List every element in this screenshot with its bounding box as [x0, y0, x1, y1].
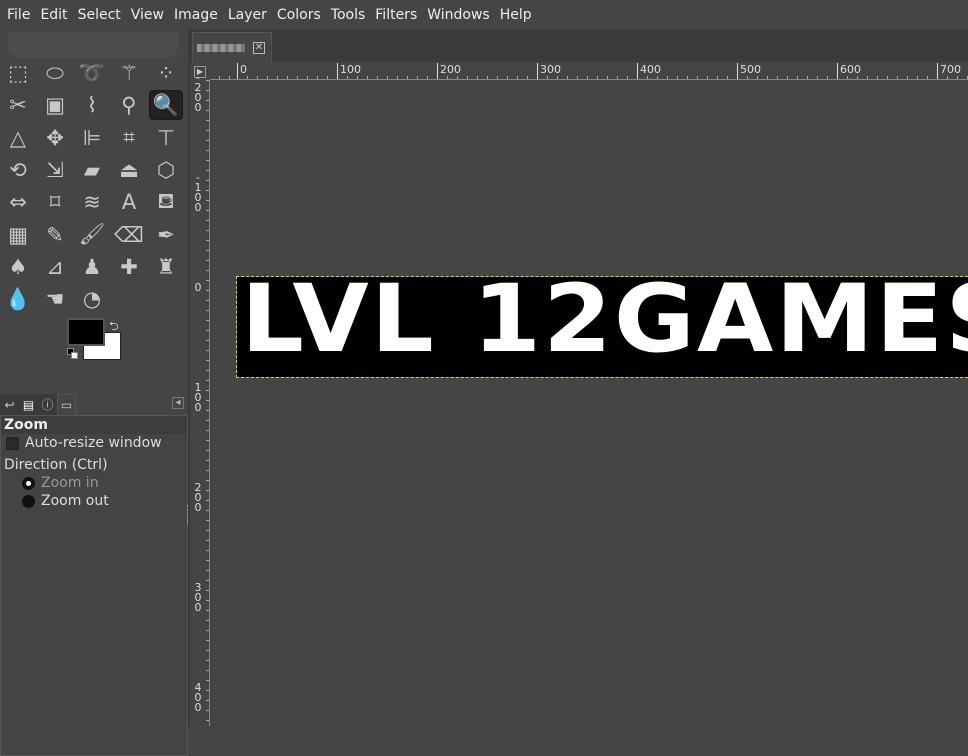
airbrush-icon[interactable]: ✒ — [149, 220, 183, 250]
pencil-icon[interactable]: ✎ — [38, 220, 72, 250]
dock-tabs: ↩ ▤ ⓘ ▭ — [0, 394, 188, 415]
vertical-ruler[interactable]: -200 -100 0 100 200 300 400 — [192, 72, 210, 726]
image-thumbnail — [197, 43, 245, 52]
ruler-label: 100 — [194, 381, 202, 414]
reset-colors-icon[interactable] — [67, 348, 79, 360]
tool-options-title: Zoom — [1, 416, 187, 434]
align-icon[interactable]: ⊫ — [75, 123, 109, 153]
zoom-out-label: Zoom out — [41, 493, 109, 509]
unified-transform-icon[interactable]: ⊤ — [149, 123, 183, 153]
blur-icon[interactable]: 💧 — [1, 284, 35, 314]
tool-options-panel: Zoom Auto-resize window Direction (Ctrl)… — [0, 415, 188, 756]
menu-help[interactable]: Help — [495, 7, 537, 23]
warp-transform-icon[interactable]: ≋ — [75, 187, 109, 217]
toolbox: ⮌ ↩ ▤ ⓘ ▭ ◂ Zoom Auto-resize window Dire… — [0, 30, 190, 756]
menu-colors[interactable]: Colors — [272, 7, 326, 23]
eraser-icon[interactable]: ⌫ — [112, 220, 146, 250]
swap-colors-icon[interactable]: ⮌ — [109, 317, 119, 338]
menu-filters[interactable]: Filters — [370, 7, 422, 23]
menu-layer[interactable]: Layer — [223, 7, 272, 23]
select-by-color-icon[interactable]: ⁘ — [149, 58, 183, 88]
foreground-select-icon[interactable]: ▣ — [38, 90, 72, 120]
auto-resize-checkbox[interactable] — [6, 436, 19, 450]
ellipse-select-icon[interactable]: ⬭ — [38, 58, 72, 88]
menubar: File Edit Select View Image Layer Colors Tools F… — [0, 0, 968, 30]
ruler-label: 400 — [194, 681, 202, 714]
cage-transform-icon[interactable]: ⌑ — [38, 187, 72, 217]
tab-device-status[interactable]: ⓘ — [38, 394, 57, 415]
tab-layers[interactable]: ▤ — [19, 394, 38, 415]
perspective-clone-icon[interactable]: ♜ — [149, 252, 183, 282]
wilber-logo-area — [8, 32, 178, 58]
move-icon[interactable]: ✥ — [38, 123, 72, 153]
dodge-burn-icon[interactable]: ◔ — [75, 284, 109, 314]
image-tab-bar: ✕ — [190, 30, 968, 62]
ruler-label: -200 — [194, 71, 202, 114]
image-tab[interactable]: ✕ — [192, 32, 272, 62]
close-tab-icon[interactable]: ✕ — [253, 41, 265, 54]
menu-windows[interactable]: Windows — [422, 7, 495, 23]
ruler-label: 200 — [194, 481, 202, 514]
text-icon[interactable]: A — [112, 187, 146, 217]
ruler-label: 0 — [237, 63, 247, 79]
rect-select-icon[interactable]: ⬚ — [1, 58, 35, 88]
ruler-label: 300 — [537, 63, 561, 79]
mypaint-brush-icon[interactable]: ⊿ — [38, 252, 72, 282]
fuzzy-select-icon[interactable]: ⚚ — [112, 58, 146, 88]
zoom-in-label: Zoom in — [41, 475, 99, 491]
ruler-label: 100 — [337, 63, 361, 79]
ruler-label: 300 — [194, 581, 202, 614]
scale-icon[interactable]: ⇲ — [38, 155, 72, 185]
paths-icon[interactable]: ⌇ — [75, 90, 109, 120]
auto-resize-label: Auto-resize window — [25, 435, 162, 451]
menu-edit[interactable]: Edit — [35, 7, 72, 23]
canvas[interactable]: LVL 12GAMES — [210, 80, 968, 726]
menu-select[interactable]: Select — [73, 7, 126, 23]
zoom-icon[interactable]: 🔍 — [149, 90, 183, 121]
tab-undo-history[interactable]: ↩ — [0, 394, 19, 415]
free-select-icon[interactable]: ➰ — [75, 58, 109, 88]
rotate-icon[interactable]: ⟲ — [1, 155, 35, 185]
auto-resize-row[interactable]: Auto-resize window — [1, 434, 187, 452]
menu-tools[interactable]: Tools — [326, 7, 371, 23]
menu-file[interactable]: File — [2, 7, 35, 23]
gradient-icon[interactable]: ▦ — [1, 220, 35, 250]
direction-label: Direction (Ctrl) — [4, 457, 108, 473]
ruler-label: 0 — [194, 281, 202, 294]
scissors-select-icon[interactable]: ✂ — [1, 90, 35, 120]
clone-icon[interactable]: ♟ — [75, 252, 109, 282]
dock-resize-handle[interactable] — [187, 505, 190, 525]
heal-icon[interactable]: ✚ — [112, 252, 146, 282]
ruler-label: 500 — [737, 63, 761, 79]
color-picker-icon[interactable]: ⚲ — [112, 90, 146, 120]
foreground-color-swatch[interactable] — [67, 318, 105, 346]
tab-tool-options[interactable]: ▭ — [57, 394, 76, 415]
shear-icon[interactable]: ▰ — [75, 155, 109, 185]
image-layer[interactable]: LVL 12GAMES — [236, 276, 968, 378]
ruler-label: 400 — [637, 63, 661, 79]
bucket-fill-icon[interactable]: ⛾ — [149, 187, 183, 217]
crop-icon[interactable]: ⌗ — [112, 123, 146, 153]
perspective-icon[interactable]: ⏏ — [112, 155, 146, 185]
horizontal-ruler[interactable]: 0 100 200 300 400 500 600 700 — [210, 62, 968, 80]
zoom-in-radio[interactable] — [22, 476, 35, 490]
zoom-out-radio[interactable] — [22, 494, 35, 508]
measure-icon[interactable]: △ — [1, 123, 35, 153]
ruler-label: -100 — [194, 171, 202, 214]
3d-transform-icon[interactable]: ⬡ — [149, 155, 183, 185]
image-text: LVL 12GAMES — [241, 277, 968, 374]
ruler-label: 700 — [937, 63, 961, 79]
paintbrush-icon[interactable]: 🖌 — [75, 220, 109, 250]
menu-image[interactable]: Image — [169, 7, 223, 23]
smudge-icon[interactable]: ☚ — [38, 284, 72, 314]
flip-icon[interactable]: ⇔ — [1, 187, 35, 217]
ruler-label: 200 — [437, 63, 461, 79]
ruler-label: 600 — [837, 63, 861, 79]
panel-menu-button[interactable]: ◂ — [172, 397, 184, 409]
ink-icon[interactable]: ♠ — [1, 252, 35, 282]
menu-view[interactable]: View — [126, 7, 169, 23]
